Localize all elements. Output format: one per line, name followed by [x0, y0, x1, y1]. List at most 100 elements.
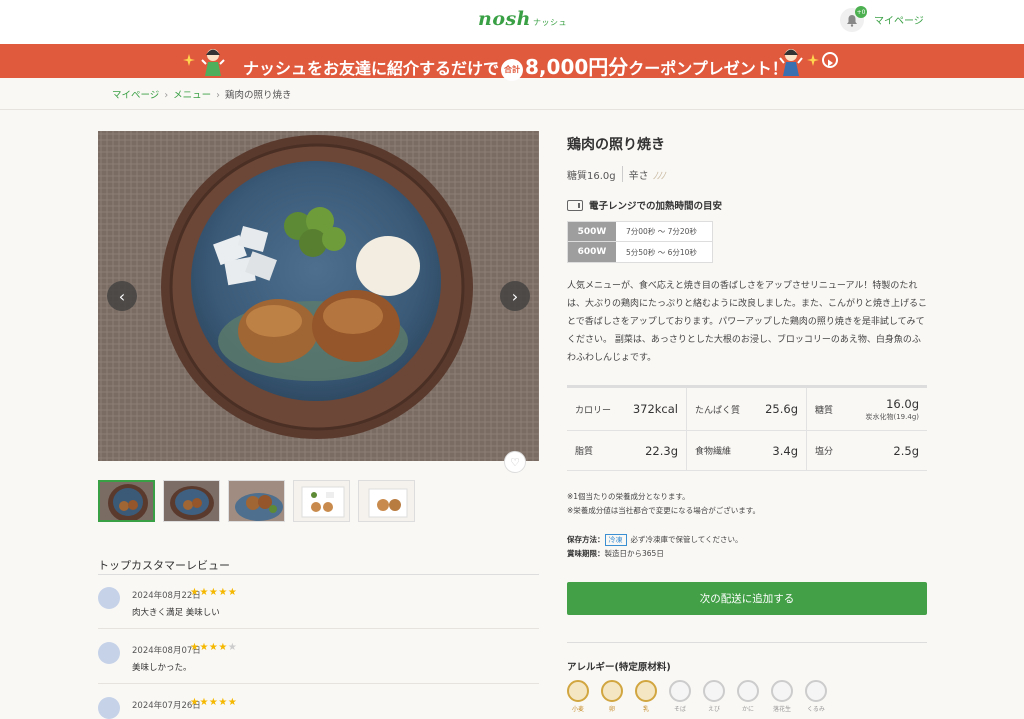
nutrition-subvalue: 炭水化物(19.4g)	[865, 412, 920, 421]
thumbnail-image	[294, 481, 349, 521]
user-avatar-icon	[98, 587, 120, 609]
star-rating: ★★★★★	[190, 587, 238, 598]
allergen-label: 小麦	[571, 706, 584, 713]
heart-icon: ♡	[510, 455, 520, 469]
mypage-link[interactable]: マイページ	[874, 12, 924, 27]
breadcrumb-mypage[interactable]: マイページ	[112, 90, 159, 101]
frozen-badge: 冷凍	[604, 534, 627, 546]
microwave-heading: 電子レンジでの加熱時間の目安	[567, 198, 722, 212]
nutrition-value: 22.3g	[645, 443, 678, 458]
allergen-item: 落花生	[771, 680, 793, 713]
nutrition-cell: 糖質 16.0g 炭水化物(19.4g)	[807, 388, 927, 430]
divider	[621, 166, 623, 182]
nutrition-row: 脂質 22.3g 食物繊維 3.4g 塩分 2.5g	[567, 431, 927, 471]
banner-text: ナッシュをお友達に紹介するだけで 合計 8,000円分クーポンプレゼント！	[243, 51, 788, 81]
nutrition-table: カロリー 372kcal たんぱく質 25.6g 糖質 16.0g 炭水化物(1…	[567, 385, 927, 471]
notification-button[interactable]: +0	[840, 6, 867, 32]
favorite-button[interactable]: ♡	[504, 451, 526, 473]
heat-time: 7分00秒 〜 7分20秒	[626, 227, 697, 236]
microwave-icon	[567, 199, 583, 211]
banner-amount: 8,000円分	[525, 55, 629, 79]
user-avatar-icon	[98, 642, 120, 664]
product-image: ‹ ›	[98, 131, 539, 461]
allergen-item: えび	[703, 680, 725, 713]
sparkle-left-icon	[183, 54, 195, 66]
site-logo[interactable]: nosh ナッシュ	[478, 8, 567, 30]
add-to-delivery-button[interactable]: 次の配送に追加する	[567, 582, 927, 615]
allergen-icon	[601, 680, 623, 702]
star-rating: ★★★★★	[190, 642, 238, 653]
logo-kana: ナッシュ	[533, 18, 567, 27]
allergen-label: くるみ	[807, 706, 825, 713]
reviews-heading: トップカスタマーレビュー	[98, 559, 230, 572]
nutrition-name: 脂質	[575, 447, 594, 457]
review-text: 美味しかった。	[132, 663, 192, 673]
microwave-table: 500W 7分00秒 〜 7分20秒 600W 5分50秒 〜 6分10秒	[567, 221, 713, 263]
thumbnail-image	[229, 481, 284, 521]
star-rating: ★★★★★	[190, 697, 238, 708]
microwave-heading-text: 電子レンジでの加熱時間の目安	[589, 201, 723, 212]
chevron-right-icon: ›	[216, 90, 220, 101]
nutrition-value: 25.6g	[765, 402, 798, 416]
note-line: ※1個当たりの栄養成分となります。	[567, 492, 690, 501]
allergen-icon	[737, 680, 759, 702]
allergen-icon	[567, 680, 589, 702]
thumbnail-image	[359, 481, 414, 521]
review-item: 2024年07月26日 ★★★★★	[98, 685, 539, 719]
notification-badge: +0	[855, 6, 867, 18]
thumbnail-strip	[98, 480, 415, 522]
user-avatar-icon	[98, 697, 120, 719]
allergen-item: かに	[737, 680, 759, 713]
microwave-row: 500W 7分00秒 〜 7分20秒	[568, 222, 712, 242]
breadcrumb: マイページ › メニュー › 鶏肉の照り焼き	[112, 87, 291, 101]
nutrition-cell: 食物繊維 3.4g	[687, 431, 807, 470]
prev-image-button[interactable]: ‹	[107, 281, 137, 311]
nutrition-name: 糖質	[815, 405, 834, 416]
allergy-heading: アレルギー(特定原材料)	[567, 662, 671, 673]
thumbnail-5[interactable]	[358, 480, 415, 522]
allergen-item: 小麦	[567, 680, 589, 713]
nutrition-cell: 脂質 22.3g	[567, 431, 687, 470]
microwave-row: 600W 5分50秒 〜 6分10秒	[568, 242, 712, 262]
thumbnail-2[interactable]	[163, 480, 220, 522]
next-image-button[interactable]: ›	[500, 281, 530, 311]
expiry-label: 賞味期限：	[567, 549, 605, 558]
spec-row: 糖質16.0g 辛さ ﾉﾉﾉ	[567, 166, 666, 182]
watt-label: 500W	[568, 222, 616, 241]
banner-text-pre: ナッシュをお友達に紹介するだけで	[243, 59, 500, 78]
thumbnail-image	[164, 481, 219, 521]
breadcrumb-current: 鶏肉の照り焼き	[224, 90, 292, 101]
thumbnail-image	[100, 482, 153, 520]
allergen-label: 乳	[642, 706, 649, 713]
site-header: nosh ナッシュ +0 マイページ	[0, 0, 1024, 44]
thumbnail-4[interactable]	[293, 480, 350, 522]
allergen-icon	[805, 680, 827, 702]
nutrition-value-group: 16.0g 炭水化物(19.4g)	[866, 397, 920, 422]
thumbnail-3[interactable]	[228, 480, 285, 522]
breadcrumb-menu[interactable]: メニュー	[173, 90, 211, 101]
sparkle-right-icon	[807, 54, 819, 66]
allergen-icon	[771, 680, 793, 702]
logo-text: nosh	[478, 8, 531, 30]
storage-info: 保存方法： 冷凍 必ず冷凍庫で保管してください。 賞味期限：製造日から365日	[567, 533, 743, 561]
expiry-text: 製造日から365日	[604, 549, 664, 558]
allergen-item: くるみ	[805, 680, 827, 713]
allergen-icon	[669, 680, 691, 702]
nutrition-cell: たんぱく質 25.6g	[687, 388, 807, 430]
nutrition-cell: 塩分 2.5g	[807, 431, 927, 470]
spice-label: 辛さ	[628, 170, 649, 182]
referral-banner[interactable]: ナッシュをお友達に紹介するだけで 合計 8,000円分クーポンプレゼント！	[0, 44, 1024, 81]
play-icon[interactable]	[822, 52, 838, 68]
review-text: 肉大きく満足 美味しい	[132, 608, 220, 618]
review-item: 2024年08月07日 ★★★★★ 美味しかった。	[98, 630, 539, 684]
thumbnail-1[interactable]	[98, 480, 155, 522]
nutrition-name: 塩分	[815, 447, 834, 457]
nutrition-name: 食物繊維	[695, 447, 732, 457]
nutrition-name: カロリー	[575, 405, 612, 416]
product-title: 鶏肉の照り焼き	[567, 137, 665, 153]
character-left-icon	[201, 49, 225, 76]
allergen-icon	[703, 680, 725, 702]
allergen-label: 落花生	[772, 706, 791, 713]
nutrition-value: 372kcal	[632, 402, 678, 416]
storage-label: 保存方法：	[567, 535, 605, 544]
